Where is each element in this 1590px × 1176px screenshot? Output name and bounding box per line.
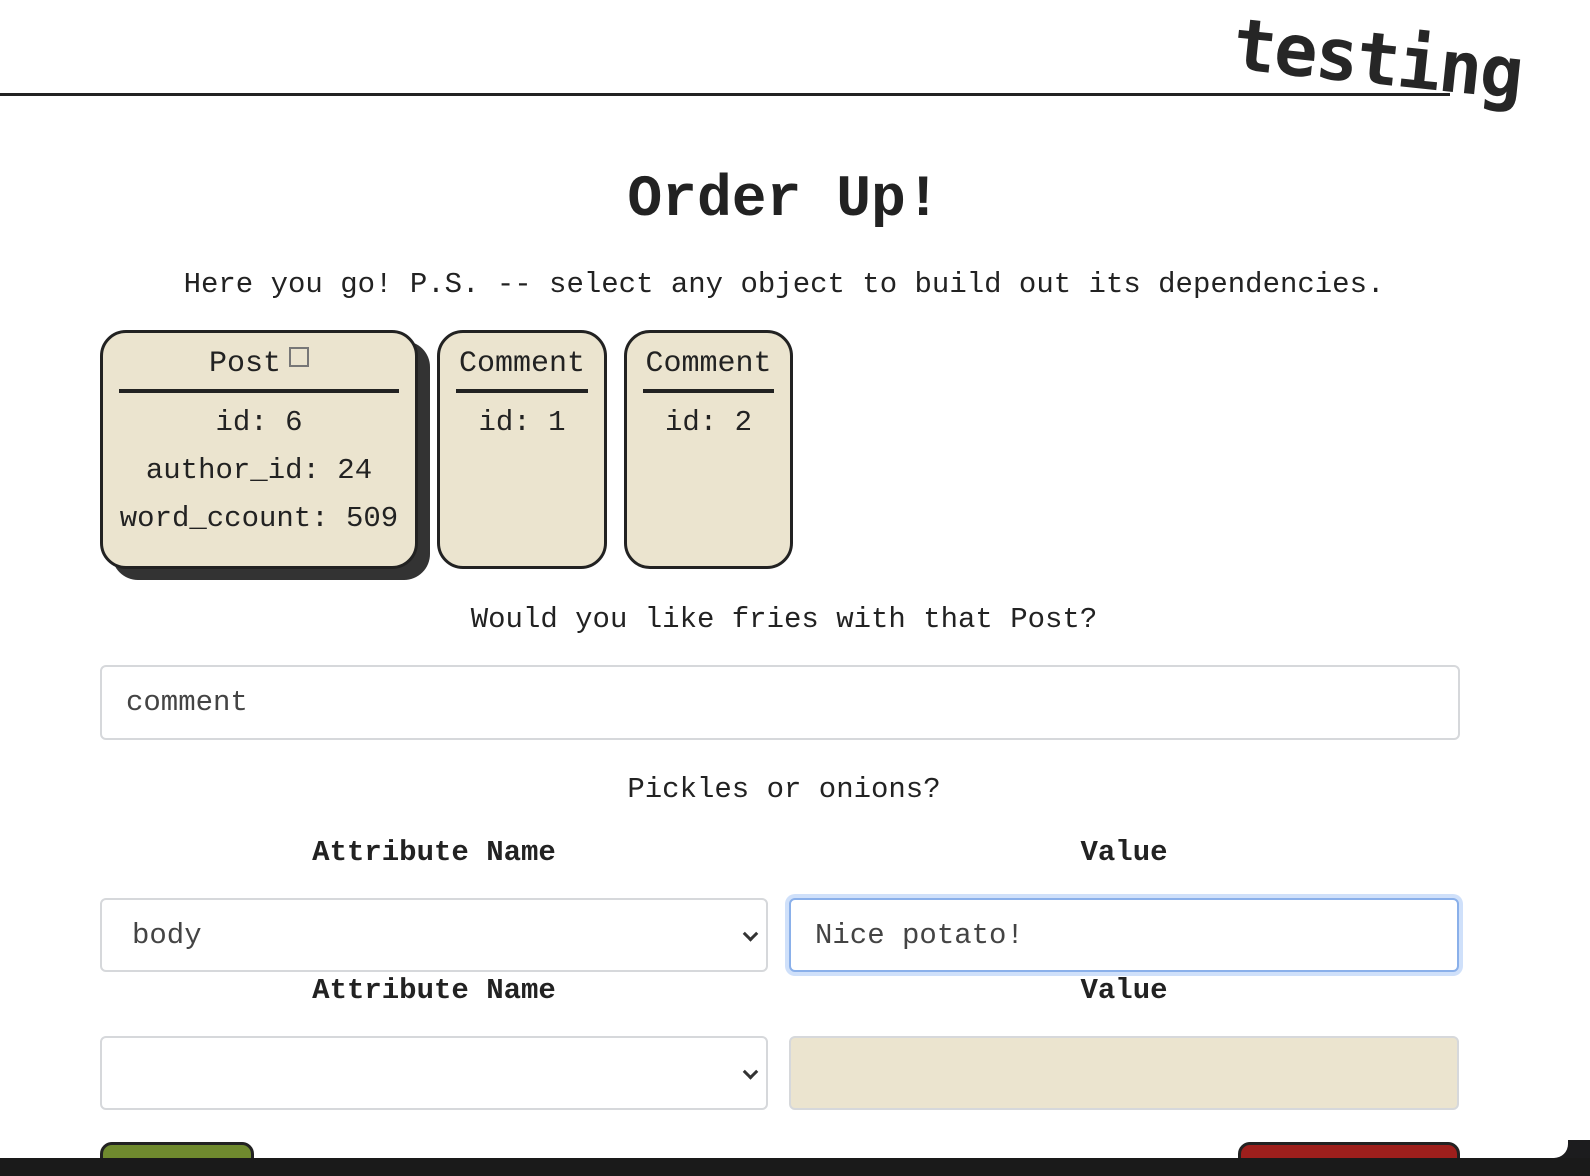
logo: testing [1229, 2, 1526, 116]
attribute-value: Nice potato! [815, 918, 1024, 952]
value-label: Value [1080, 974, 1168, 1007]
fries-question: Would you like fries with that Post? [470, 603, 1098, 636]
attribute-value-input[interactable] [789, 1036, 1459, 1110]
header-divider [0, 93, 1450, 96]
remove-button[interactable] [1238, 1142, 1460, 1158]
card-field: id: 2 [664, 406, 752, 439]
comment-card[interactable]: Comment id: 2 [624, 330, 793, 569]
page-title: Order Up! [627, 168, 941, 233]
attribute-name-select[interactable]: body [100, 898, 768, 972]
add-button[interactable] [100, 1142, 254, 1158]
attribute-name-select[interactable] [100, 1036, 768, 1110]
chevron-down-icon [742, 926, 759, 942]
window-edge [1568, 0, 1590, 1140]
card-field: word_ccount: 509 [119, 502, 399, 535]
chevron-down-icon [742, 1064, 759, 1080]
attribute-name-label: Attribute Name [312, 974, 556, 1007]
background-window [0, 1158, 1590, 1176]
attribute-value-input[interactable]: Nice potato! [789, 898, 1459, 972]
card-field: id: 6 [215, 406, 303, 439]
card-type: Post [208, 347, 281, 381]
post-card[interactable]: Post id: 6 author_id: 24 word_ccount: 50… [100, 330, 418, 569]
card-field: id: 1 [478, 406, 566, 439]
association-value: comment [126, 686, 248, 719]
card-type: Comment [458, 347, 586, 381]
card-field: author_id: 24 [145, 454, 373, 487]
page-subtitle: Here you go! P.S. -- select any object t… [183, 268, 1385, 301]
value-label: Value [1080, 836, 1168, 869]
comment-card[interactable]: Comment id: 1 [437, 330, 607, 569]
pickles-question: Pickles or onions? [627, 773, 941, 806]
app-window: testing Order Up! Here you go! P.S. -- s… [0, 0, 1568, 1158]
attribute-name-label: Attribute Name [312, 836, 556, 869]
association-input[interactable]: comment [100, 665, 1460, 740]
card-type: Comment [645, 347, 772, 381]
selected-attribute: body [132, 918, 202, 952]
external-link-icon[interactable] [289, 347, 309, 367]
